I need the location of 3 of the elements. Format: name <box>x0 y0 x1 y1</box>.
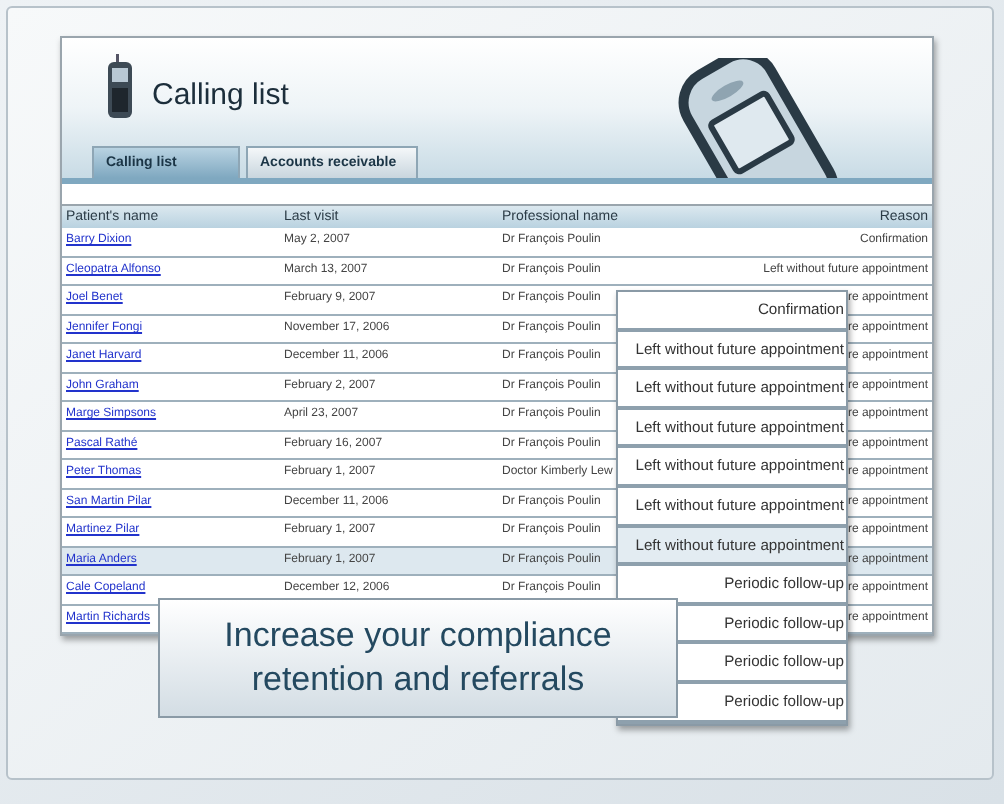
page-title: Calling list <box>152 76 289 116</box>
phone-icon <box>106 54 134 122</box>
promo-tooltip: Increase your compliance retention and referrals <box>158 598 678 718</box>
